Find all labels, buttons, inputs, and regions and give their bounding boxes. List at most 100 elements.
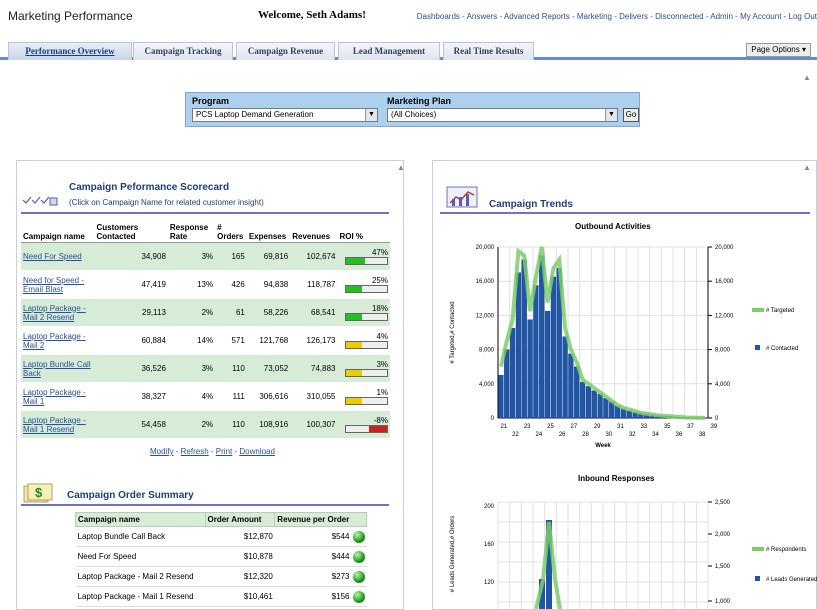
roi-percent: 25% (339, 276, 388, 285)
campaign-name-link[interactable]: Laptop Package - Mail 1 Resend (21, 411, 94, 439)
x-tick-label: 36 (675, 432, 682, 438)
y2-tick-label: 12,000 (715, 313, 734, 319)
y-tick-label: 8,000 (479, 348, 495, 354)
cell-expenses: 69,816 (247, 243, 290, 271)
campaign-name-link[interactable]: Laptop Package - Mail 2 (21, 327, 94, 355)
roi-gauge (345, 257, 388, 265)
column-header: ROI % (337, 222, 390, 243)
campaign-name-link[interactable]: Laptop Bundle Call Back (21, 355, 94, 383)
cell-order-amount: $12,320 (205, 567, 275, 587)
nav-link-dashboards[interactable]: Dashboards (417, 12, 460, 21)
y-tick-label: 200 (484, 504, 495, 510)
chart-title: Inbound Responses (578, 474, 654, 483)
nav-link-answers[interactable]: Answers (467, 12, 498, 21)
tab-lead-management[interactable]: Lead Management (338, 42, 440, 60)
refresh-link[interactable]: Refresh (181, 447, 209, 456)
campaign-name-link[interactable]: Need For Speed (21, 243, 94, 271)
x-tick-label: 35 (664, 424, 671, 430)
link-separator: - (497, 12, 504, 21)
y2-tick-label: 1,000 (715, 599, 731, 605)
x-tick-label: 34 (652, 432, 659, 438)
x-tick-label: 21 (500, 424, 507, 430)
campaign-name-link[interactable]: Laptop Package - Mail 1 (21, 383, 94, 411)
cell-orders: 61 (215, 299, 247, 327)
collapse-icon[interactable]: ▲ (803, 163, 811, 172)
go-button[interactable]: Go (623, 108, 639, 122)
status-indicator-icon (353, 531, 365, 543)
x-tick-label: 31 (617, 424, 624, 430)
cell-expenses: 58,226 (247, 299, 290, 327)
roi-gauge (345, 425, 388, 433)
cell-orders: 426 (215, 271, 247, 299)
cell-orders: 110 (215, 355, 247, 383)
modify-link[interactable]: Modify (150, 447, 174, 456)
legend-label: # Contacted (766, 346, 798, 352)
y2-tick-label: 8,000 (715, 348, 731, 354)
cell-orders: 110 (215, 411, 247, 439)
cell-revenues: 100,307 (290, 411, 337, 439)
nav-link-admin[interactable]: Admin (710, 12, 733, 21)
y2-tick-label: 4,000 (715, 382, 731, 388)
x-axis-label: Week (595, 443, 611, 449)
x-tick-label: 29 (594, 424, 601, 430)
cell-orders: 165 (215, 243, 247, 271)
cell-contacted: 54,458 (94, 411, 167, 439)
tab-real-time-results[interactable]: Real Time Results (443, 42, 534, 60)
tab-performance-overview[interactable]: Performance Overview (8, 42, 132, 60)
column-header: Campaign name (76, 513, 206, 527)
cell-campaign-name: Laptop Package - Mail 2 Resend (76, 567, 206, 587)
column-header: Revenues (290, 222, 337, 243)
nav-link-delivers[interactable]: Delivers (619, 12, 648, 21)
status-indicator-icon (353, 551, 365, 563)
roi-gauge (345, 341, 388, 349)
bar-contacted (504, 350, 509, 418)
y-tick-label: 160 (484, 542, 495, 548)
print-link[interactable]: Print (216, 447, 232, 456)
table-row: Need For Speed34,9083%16569,816102,67447… (21, 243, 390, 271)
cell-order-amount: $10,878 (205, 547, 275, 567)
collapse-icon[interactable]: ▲ (397, 163, 405, 172)
link-separator: - (733, 12, 740, 21)
roi-percent: 4% (339, 332, 388, 341)
report-links: Modify - Refresh - Print - Download (150, 447, 275, 456)
x-tick-label: 26 (559, 432, 566, 438)
nav-link-marketing[interactable]: Marketing (577, 12, 612, 21)
tab-campaign-tracking[interactable]: Campaign Tracking (133, 42, 233, 60)
roi-gauge-fill (346, 398, 362, 404)
x-tick-label: 38 (699, 432, 706, 438)
dashboard-prompt: Program PCS Laptop Demand Generation ▼ M… (185, 92, 640, 127)
cell-order-amount: $10,461 (205, 587, 275, 607)
nav-link-my-account[interactable]: My Account (740, 12, 781, 21)
nav-link-log-out[interactable]: Log Out (789, 12, 817, 21)
scorecard-subtitle: (Click on Campaign Name for related cust… (69, 198, 264, 207)
table-row: Laptop Package - Mail 2 Resend$12,320$27… (76, 567, 367, 587)
top-header: Marketing Performance Welcome, Seth Adam… (0, 0, 817, 40)
download-link[interactable]: Download (239, 447, 275, 456)
tab-campaign-revenue[interactable]: Campaign Revenue (236, 42, 335, 60)
bar-contacted (563, 337, 568, 418)
page-options-menu[interactable]: Page Options ▾ (746, 43, 811, 57)
order-summary-icon: $ (22, 482, 62, 504)
campaign-name-link[interactable]: Laptop Package - Mail 2 Resend (21, 299, 94, 327)
bar-contacted (534, 285, 539, 418)
cell-roi: 18% (337, 299, 390, 327)
bar-contacted (574, 367, 579, 418)
roi-percent: 47% (339, 248, 388, 257)
cell-order-amount: $12,870 (205, 527, 275, 547)
nav-link-disconnected[interactable]: Disconnected (655, 12, 703, 21)
legend-label: # Respondents (766, 547, 806, 553)
cell-expenses: 121,768 (247, 327, 290, 355)
roi-gauge-fill (346, 342, 362, 348)
tab-bar: Performance Overview Campaign Tracking C… (0, 40, 817, 60)
cell-revenues: 68,541 (290, 299, 337, 327)
campaign-name-link[interactable]: Need for Speed - Email Blast (21, 271, 94, 299)
bar-contacted (586, 386, 591, 418)
x-tick-label: 39 (710, 424, 717, 430)
app-title: Marketing Performance (8, 9, 133, 23)
nav-link-advanced-reports[interactable]: Advanced Reports (504, 12, 570, 21)
table-row: Laptop Bundle Call Back$12,870$544 (76, 527, 367, 547)
marketing-plan-select[interactable]: (All Choices) ▼ (387, 108, 618, 122)
roi-gauge (345, 369, 388, 377)
collapse-icon[interactable]: ▲ (803, 73, 811, 82)
program-select[interactable]: PCS Laptop Demand Generation ▼ (192, 108, 378, 122)
